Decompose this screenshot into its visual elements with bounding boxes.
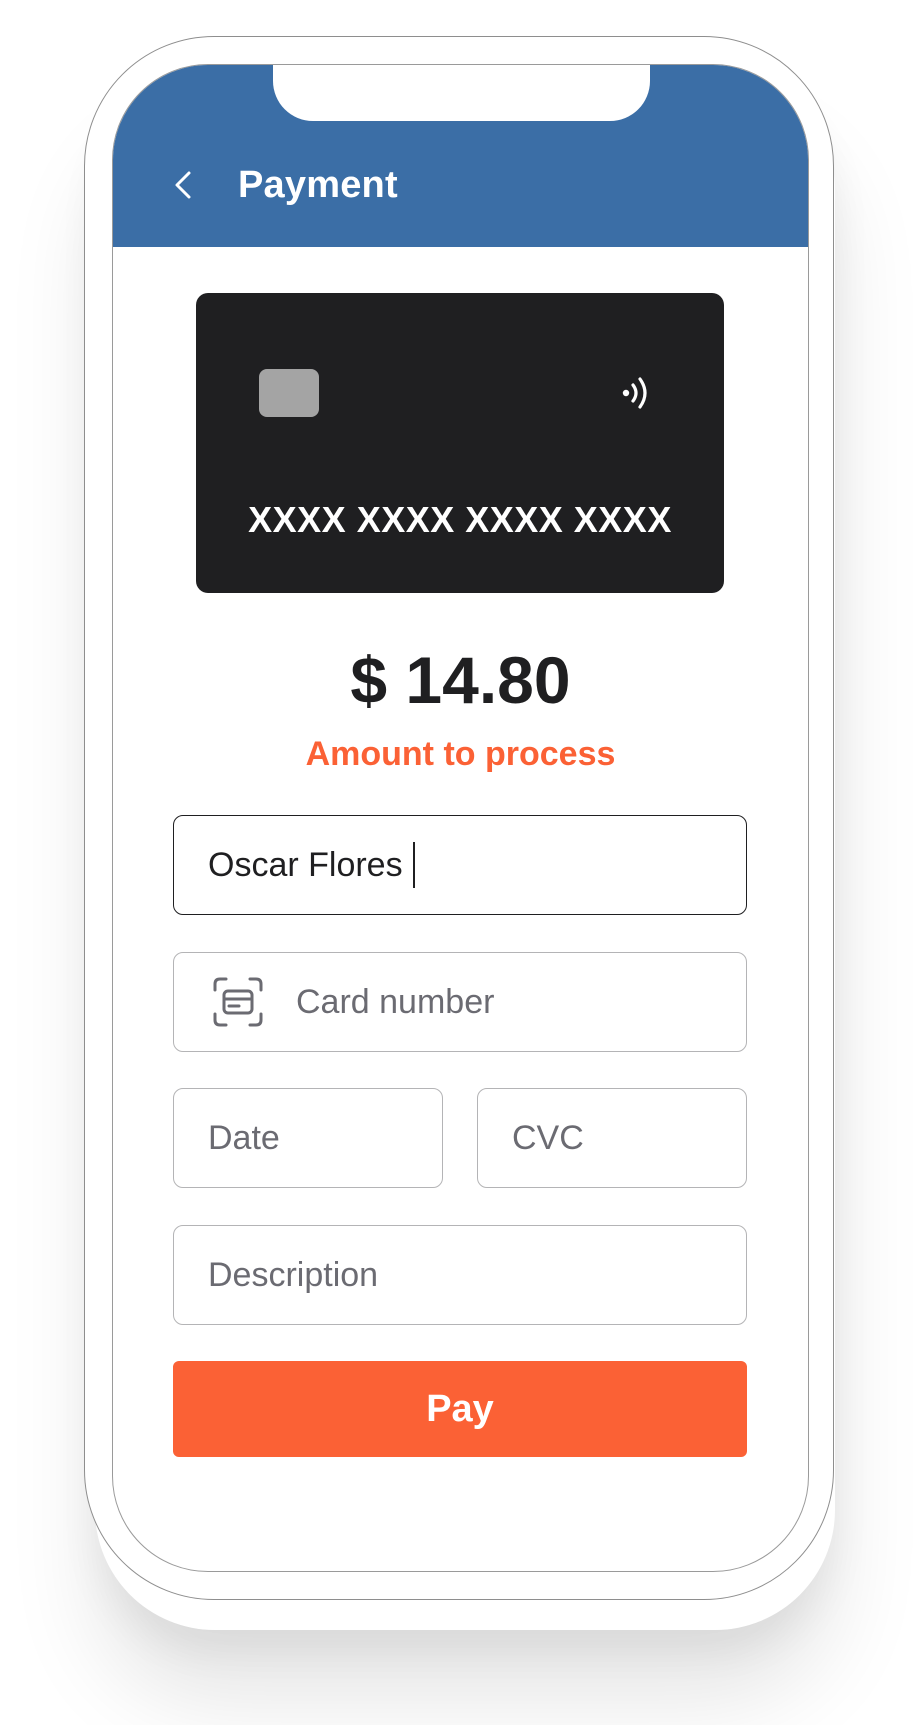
description-placeholder: Description	[208, 1255, 379, 1294]
card-number-mask: XXXX XXXX XXXX XXXX	[248, 499, 672, 540]
cvc-placeholder: CVC	[512, 1118, 584, 1157]
card-number-placeholder: Card number	[296, 982, 495, 1021]
date-placeholder: Date	[208, 1118, 280, 1157]
back-button[interactable]	[163, 165, 203, 205]
cvc-field[interactable]: CVC	[477, 1088, 747, 1188]
cardholder-name-field[interactable]: Oscar Flores	[173, 815, 747, 915]
card-chip-icon	[259, 369, 319, 417]
chevron-left-icon	[175, 171, 191, 199]
device-notch	[273, 65, 650, 121]
pay-button[interactable]: Pay	[173, 1361, 747, 1457]
description-field[interactable]: Description	[173, 1225, 747, 1325]
payment-amount: $ 14.80	[350, 643, 571, 717]
page-title: Payment	[238, 164, 398, 206]
app-header: Payment	[113, 65, 808, 247]
card-scan-icon[interactable]	[212, 976, 264, 1028]
amount-label: Amount to process	[305, 735, 616, 773]
credit-card-preview: XXXX XXXX XXXX XXXX	[196, 293, 724, 593]
text-cursor	[412, 842, 416, 888]
contactless-icon	[622, 377, 647, 409]
expiry-date-field[interactable]: Date	[173, 1088, 443, 1188]
cardholder-name-value: Oscar Flores	[208, 845, 403, 884]
app-screen: Payment XXXX XXXX XXXX XXXX $ 14.80 Amou…	[112, 64, 809, 1572]
card-number-field[interactable]: Card number	[173, 952, 747, 1052]
